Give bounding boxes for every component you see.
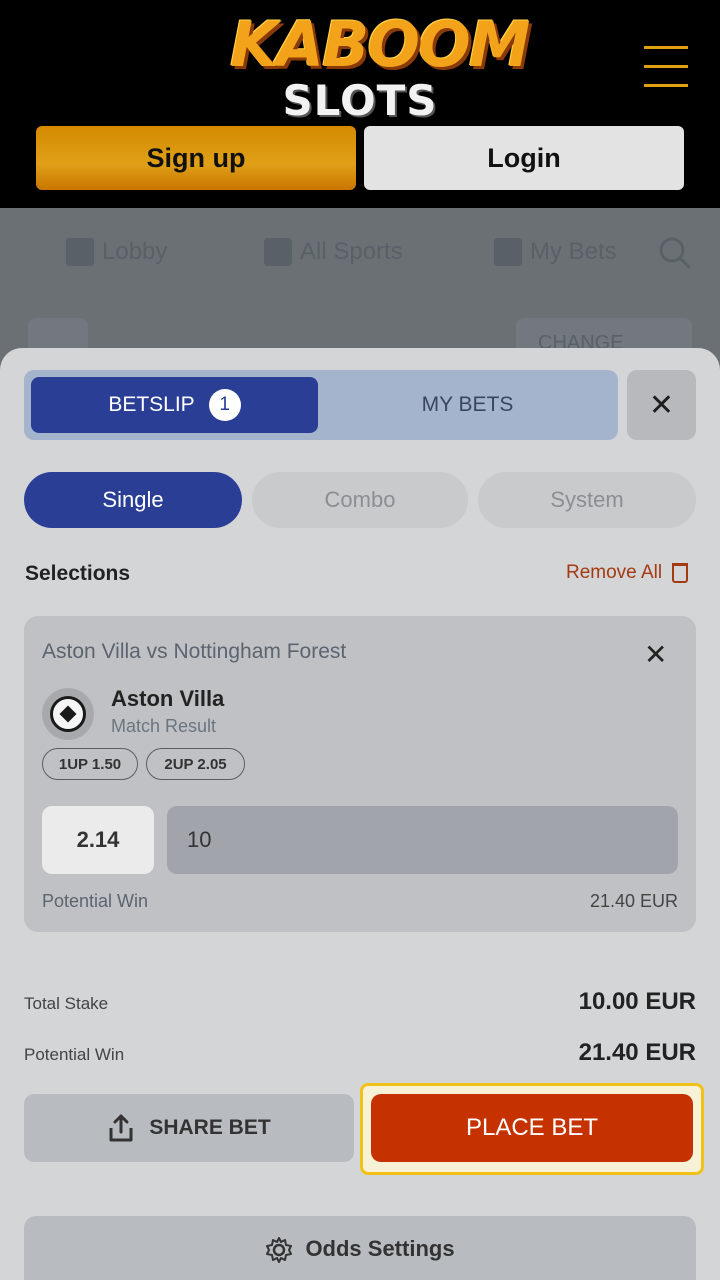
sports-nav: Lobby All Sports My Bets <box>0 208 720 298</box>
logo-subtitle: SLOTS <box>282 76 438 125</box>
nav-my-bets: My Bets <box>494 238 617 266</box>
tab-betslip-label: BETSLIP <box>108 393 195 416</box>
selection-card: Aston Villa vs Nottingham Forest ✕ Aston… <box>24 616 696 932</box>
betslip-count-badge: 1 <box>208 389 241 421</box>
nav-lobby-label: Lobby <box>102 238 168 265</box>
tab-my-bets[interactable]: MY BETS <box>324 377 611 433</box>
home-icon <box>66 238 94 266</box>
bet-mode-selector: Single Combo System <box>24 472 696 528</box>
share-icon <box>109 1114 133 1142</box>
odds-settings-label: Odds Settings <box>305 1236 455 1261</box>
place-bet-button[interactable]: PLACE BET <box>371 1094 693 1162</box>
mode-combo[interactable]: Combo <box>252 472 468 528</box>
menu-icon[interactable] <box>644 44 688 90</box>
potential-win-value: 21.40 EUR <box>578 1039 696 1066</box>
remove-all-button[interactable]: Remove All <box>566 562 689 584</box>
selection-team: Aston Villa <box>111 686 225 711</box>
tab-betslip[interactable]: BETSLIP 1 <box>31 377 318 433</box>
total-stake-value: 10.00 EUR <box>578 988 696 1015</box>
remove-selection-icon[interactable]: ✕ <box>644 638 667 671</box>
share-bet-button[interactable]: SHARE BET <box>24 1094 354 1162</box>
close-icon[interactable]: ✕ <box>627 370 696 440</box>
login-button[interactable]: Login <box>364 126 684 190</box>
gear-icon <box>266 1237 293 1263</box>
selection-market: Match Result <box>111 716 217 736</box>
nav-lobby: Lobby <box>66 238 167 266</box>
remove-all-label: Remove All <box>566 562 663 583</box>
potential-win-label: Potential Win <box>24 1045 125 1064</box>
total-stake-label: Total Stake <box>24 994 109 1013</box>
match-title: Aston Villa vs Nottingham Forest <box>42 640 347 663</box>
search-icon <box>659 237 692 270</box>
app-header: KABOOM SLOTS Sign up Login <box>0 0 720 208</box>
signup-button[interactable]: Sign up <box>36 126 356 190</box>
nav-my-bets-label: My Bets <box>530 238 617 265</box>
selection-odds: 2.14 <box>42 806 154 874</box>
nav-all-sports: All Sports <box>264 238 403 266</box>
selection-potential-win-label: Potential Win <box>42 891 149 911</box>
chip-2up[interactable]: 2UP 2.05 <box>146 748 245 780</box>
list-icon <box>264 238 292 266</box>
place-bet-highlight: PLACE BET <box>360 1083 704 1175</box>
chip-1up[interactable]: 1UP 1.50 <box>42 748 138 780</box>
stake-input[interactable] <box>167 806 678 874</box>
betslip-panel: BETSLIP 1 MY BETS ✕ Single Combo System … <box>0 348 720 1280</box>
mode-system[interactable]: System <box>478 472 696 528</box>
betslip-tabs: BETSLIP 1 MY BETS <box>24 370 618 440</box>
selection-potential-win-value: 21.40 EUR <box>589 891 678 911</box>
nav-all-sports-label: All Sports <box>300 238 403 265</box>
soccer-ball-icon <box>42 688 94 740</box>
selections-title: Selections <box>25 562 131 585</box>
clipboard-icon <box>494 238 522 266</box>
mode-single[interactable]: Single <box>24 472 242 528</box>
trash-icon <box>672 563 689 583</box>
kaboom-slots-logo[interactable]: KABOOM SLOTS <box>230 2 530 125</box>
odds-settings-button[interactable]: Odds Settings <box>24 1216 696 1280</box>
share-bet-label: SHARE BET <box>149 1116 271 1139</box>
